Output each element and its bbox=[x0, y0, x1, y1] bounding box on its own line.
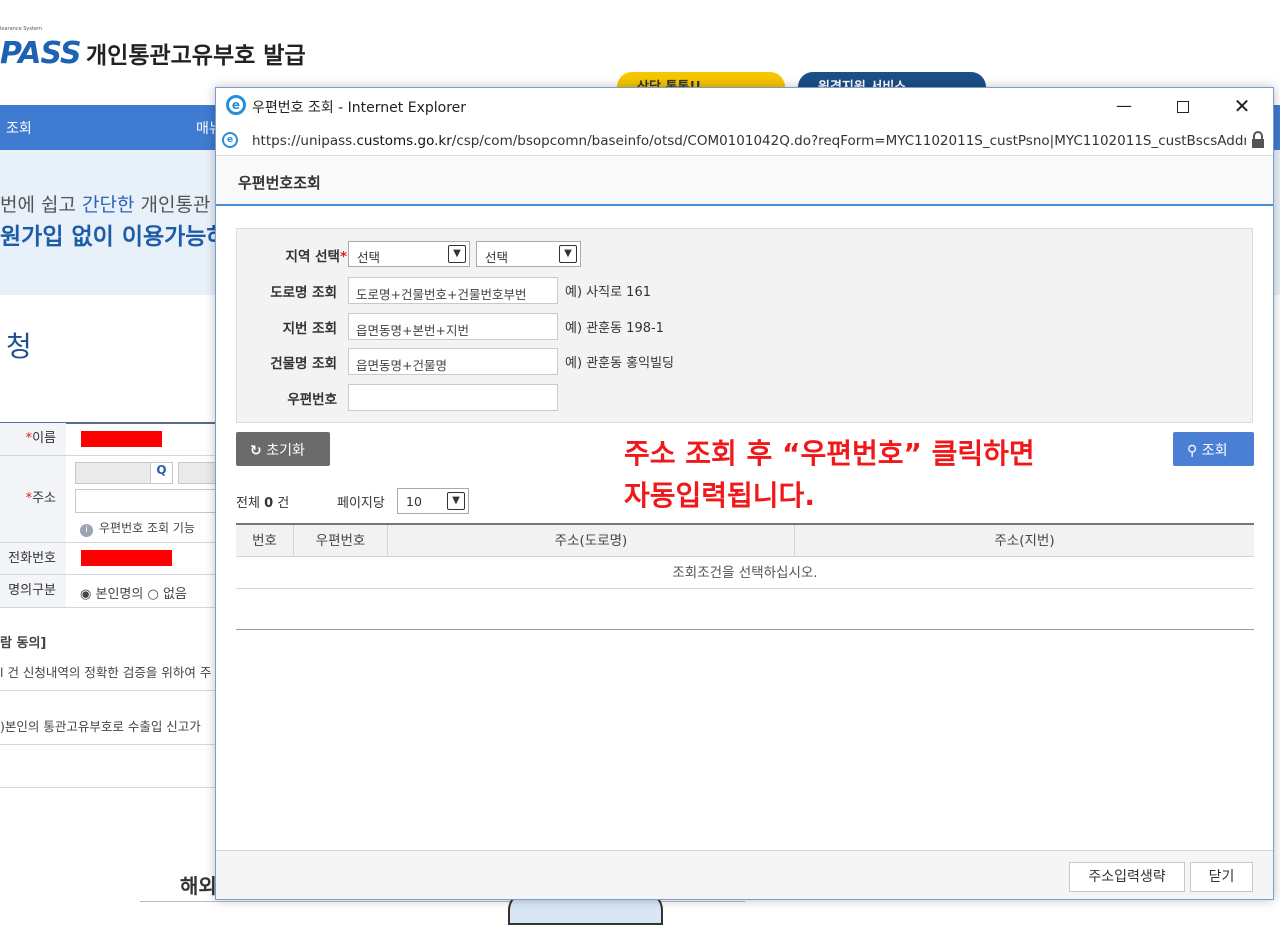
col-road-address: 주소(도로명) bbox=[388, 525, 795, 557]
zipcode-field[interactable]: Q bbox=[75, 462, 173, 484]
banner-line-1: 번에 쉽고 간단한 개인통관 bbox=[0, 194, 211, 216]
lock-icon bbox=[1252, 131, 1264, 148]
page-title: 개인통관고유부호 발급 bbox=[86, 43, 306, 69]
address-bar[interactable]: e https://unipass.customs.go.kr/csp/com/… bbox=[216, 125, 1273, 156]
popup-footer: 주소입력생략 닫기 bbox=[216, 850, 1273, 899]
phone-label: 전화번호 bbox=[0, 543, 66, 574]
unipass-logo[interactable]: PASS bbox=[0, 36, 82, 71]
postal-code-input[interactable] bbox=[348, 384, 558, 411]
building-name-input[interactable]: 읍면동명+건물명 bbox=[348, 348, 558, 375]
info-icon: i bbox=[80, 524, 93, 537]
popup-title: 우편번호조회 bbox=[238, 174, 321, 192]
search-icon: ⚲ bbox=[1187, 443, 1198, 459]
search-icon[interactable]: Q bbox=[150, 463, 172, 483]
form-divider bbox=[0, 787, 216, 788]
popup-header: 우편번호조회 bbox=[216, 157, 1273, 206]
name-type-radios: ◉ 본인명의 ○ 없음 bbox=[80, 583, 187, 602]
window-title: 우편번호 조회 - Internet Explorer bbox=[252, 100, 467, 116]
road-name-input[interactable]: 도로명+건물번호+건물번호부번 bbox=[348, 277, 558, 304]
maximize-button[interactable] bbox=[1154, 88, 1212, 124]
radio-unselected[interactable]: ○ bbox=[147, 587, 158, 602]
form-divider bbox=[0, 607, 216, 608]
lot-label: 지번 조회 bbox=[282, 321, 337, 337]
per-page-select[interactable]: 10 ▼ bbox=[397, 488, 469, 514]
banner-line-2: 원가입 없이 이용가능하 bbox=[0, 224, 228, 250]
table-row: 조회조건을 선택하십시오. bbox=[236, 557, 1254, 589]
region-select-1[interactable]: 선택 ▼ bbox=[348, 241, 470, 267]
name-label: *이름 bbox=[0, 423, 66, 455]
address-hint: i 우편번호 조회 기능 bbox=[80, 519, 195, 537]
reset-button[interactable]: ↻ 초기화 bbox=[236, 432, 330, 466]
chevron-down-icon: ▼ bbox=[448, 245, 466, 263]
form-divider bbox=[0, 744, 216, 745]
url-text[interactable]: https://unipass.customs.go.kr/csp/com/bs… bbox=[252, 133, 1246, 149]
results-table: 번호 우편번호 주소(도로명) 주소(지번) 조회조건을 선택하십시오. bbox=[236, 523, 1254, 589]
building-label: 건물명 조회 bbox=[270, 356, 337, 372]
close-window-button[interactable]: ✕ bbox=[1213, 88, 1271, 124]
search-button[interactable]: ⚲ 조회 bbox=[1173, 432, 1254, 466]
region-select-2[interactable]: 선택 ▼ bbox=[476, 241, 581, 267]
building-example: 예) 관훈동 홍익빌딩 bbox=[565, 356, 675, 371]
maximize-icon bbox=[1177, 100, 1189, 113]
logo-subtext: learance System bbox=[0, 26, 42, 32]
table-bottom-line bbox=[236, 629, 1254, 630]
total-count: 전체 0 건 bbox=[236, 496, 290, 511]
lot-number-input[interactable]: 읍면동명+본번+지번 bbox=[348, 313, 558, 340]
instruction-annotation: 주소 조회 후 “우편번호” 클릭하면 자동입력됩니다. bbox=[624, 437, 1035, 512]
nav-item-lookup[interactable]: 조회 bbox=[6, 118, 32, 138]
region-label: 지역 선택* bbox=[285, 249, 347, 265]
name-type-label: 명의구분 bbox=[0, 575, 66, 607]
road-label: 도로명 조회 bbox=[270, 285, 337, 301]
address-detail-field[interactable] bbox=[75, 489, 216, 513]
lot-example: 예) 관훈동 198-1 bbox=[565, 321, 664, 336]
close-button[interactable]: 닫기 bbox=[1190, 862, 1253, 892]
section-title: 청 bbox=[6, 330, 32, 363]
refresh-icon: ↻ bbox=[250, 443, 262, 459]
window-titlebar[interactable]: e 우편번호 조회 - Internet Explorer — ✕ bbox=[216, 88, 1273, 124]
agreement-line-2: )본인의 통관고유부호로 수출입 신고가 bbox=[0, 719, 201, 734]
radio-selected[interactable]: ◉ bbox=[80, 587, 91, 602]
chevron-down-icon: ▼ bbox=[447, 492, 465, 510]
address-field-1[interactable] bbox=[178, 462, 216, 484]
footer-heading: 해외 bbox=[180, 874, 217, 898]
redacted-name bbox=[81, 431, 162, 447]
radio-label-none: 없음 bbox=[162, 587, 187, 602]
road-example: 예) 사직로 161 bbox=[565, 285, 651, 300]
zipcode-popup-window: e 우편번호 조회 - Internet Explorer — ✕ e http… bbox=[215, 87, 1274, 900]
site-icon: e bbox=[222, 132, 238, 148]
agreement-line-1: l 건 신청내역의 정확한 검증을 위하여 주 bbox=[0, 665, 212, 680]
agreement-title: 람 동의] bbox=[0, 636, 47, 651]
address-label: *주소 bbox=[0, 456, 66, 542]
col-postal-code: 우편번호 bbox=[294, 525, 388, 557]
chevron-down-icon: ▼ bbox=[559, 245, 577, 263]
internet-explorer-icon: e bbox=[226, 95, 246, 115]
empty-message: 조회조건을 선택하십시오. bbox=[672, 565, 818, 581]
postal-code-label: 우편번호 bbox=[287, 392, 337, 408]
search-criteria-box: 지역 선택* 선택 ▼ 선택 ▼ 도로명 조회 도로명+건물번호+건물번호부번 … bbox=[236, 228, 1253, 423]
col-number: 번호 bbox=[236, 525, 294, 557]
col-lot-address: 주소(지번) bbox=[994, 533, 1055, 549]
redacted-phone bbox=[81, 550, 172, 566]
form-divider bbox=[0, 690, 216, 691]
minimize-button[interactable]: — bbox=[1095, 88, 1153, 124]
table-header: 번호 우편번호 주소(도로명) 주소(지번) bbox=[236, 525, 1254, 557]
skip-address-button[interactable]: 주소입력생략 bbox=[1069, 862, 1185, 892]
radio-label-self: 본인명의 bbox=[95, 587, 144, 602]
per-page-label: 페이지당 bbox=[337, 496, 385, 511]
